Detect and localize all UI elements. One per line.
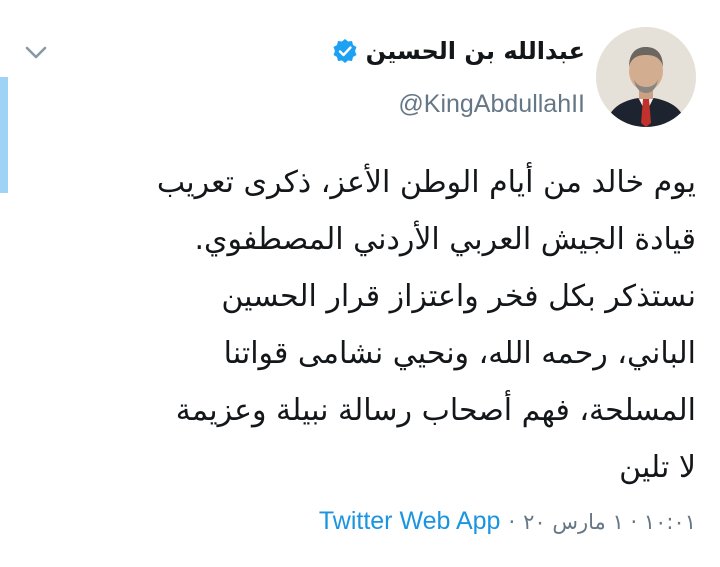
tweet-text-line: المسلحة، فهم أصحاب رسالة نبيلة وعزيمة (175, 393, 696, 428)
tweet-text-line: يوم خالد من أيام الوطن الأعز، ذكرى تعريب (156, 165, 696, 200)
tweet-text-line: نستذكر بكل فخر واعتزاز قرار الحسين (221, 279, 696, 314)
avatar[interactable] (596, 27, 696, 127)
verified-badge-icon (332, 38, 358, 64)
chevron-down-icon[interactable] (22, 38, 50, 66)
tweet-timestamp[interactable]: ١٠:٠١ · ١ مارس ٢٠ (523, 510, 696, 534)
tweet-text-line: الباني، رحمه الله، ونحيي نشامى قواتنا (223, 336, 696, 371)
author-display-name[interactable]: عبدالله بن الحسين (366, 37, 585, 65)
tweet-text-line: قيادة الجيش العربي الأردني المصطفوي. (194, 222, 696, 257)
tweet-meta: ١٠:٠١ · ١ مارس ٢٠ · Twitter Web App (319, 507, 696, 536)
meta-separator: · (508, 509, 516, 534)
tweet-header: عبدالله بن الحسين @KingAbdullahII (332, 28, 585, 119)
tweet-text-line: لا تلين (619, 450, 696, 485)
tweet-text: يوم خالد من أيام الوطن الأعز، ذكرى تعريب… (26, 154, 696, 496)
author-handle[interactable]: @KingAbdullahII (332, 90, 585, 119)
selection-accent-bar (0, 77, 8, 193)
author-row: عبدالله بن الحسين (332, 28, 585, 74)
tweet-source-link[interactable]: Twitter Web App (319, 507, 501, 536)
